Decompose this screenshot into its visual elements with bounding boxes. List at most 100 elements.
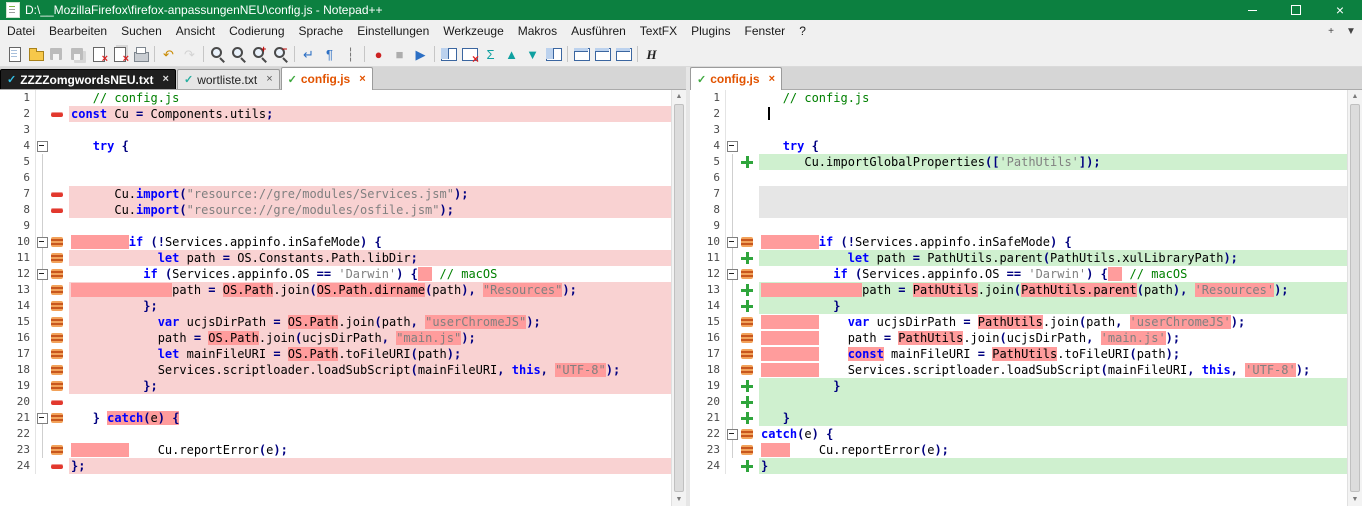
tab-close-icon[interactable]: ×: [769, 74, 775, 85]
code-line-7[interactable]: 7 Cu.import("resource://gre/modules/Serv…: [0, 186, 671, 202]
close-button[interactable]: [1318, 0, 1362, 20]
left-scrollbar-thumb[interactable]: [674, 104, 684, 492]
menu-item-sprache[interactable]: Sprache: [292, 20, 351, 42]
document-map-icon[interactable]: [593, 45, 612, 63]
menu-item-ansicht[interactable]: Ansicht: [169, 20, 222, 42]
menu-item-textfx[interactable]: TextFX: [633, 20, 684, 42]
toolbar-customize-plus-icon[interactable]: +: [1322, 22, 1340, 40]
tab-close-icon[interactable]: ×: [266, 74, 272, 85]
fold-margin[interactable]: [726, 266, 739, 282]
left-editor[interactable]: 1 // config.js2const Cu = Components.uti…: [0, 90, 671, 506]
code-line-18[interactable]: 18 Services.scriptloader.loadSubScript(m…: [0, 362, 671, 378]
toolbar-overflow-chevron-icon[interactable]: ▼: [1342, 22, 1360, 40]
right-vertical-scrollbar[interactable]: ▲ ▼: [1347, 90, 1362, 506]
code-line-24[interactable]: 24}: [690, 458, 1347, 474]
fold-margin[interactable]: [36, 410, 49, 426]
replace-icon[interactable]: [229, 45, 248, 63]
code-line-3[interactable]: 3: [0, 122, 671, 138]
zoom-in-icon[interactable]: +: [250, 45, 269, 63]
tab-right-config-js[interactable]: ✓config.js×: [690, 67, 782, 90]
code-line-17[interactable]: 17 let mainFileURI = OS.Path.toFileURI(p…: [0, 346, 671, 362]
code-line-2[interactable]: 2const Cu = Components.utils;: [0, 106, 671, 122]
code-line-9[interactable]: 9: [690, 218, 1347, 234]
code-line-1[interactable]: 1 // config.js: [0, 90, 671, 106]
fold-margin[interactable]: [36, 138, 49, 154]
menu-item-werkzeuge[interactable]: Werkzeuge: [436, 20, 510, 42]
code-line-14[interactable]: 14 }: [690, 298, 1347, 314]
fold-collapse-icon[interactable]: [727, 237, 738, 248]
code-line-5[interactable]: 5: [0, 154, 671, 170]
function-list-icon[interactable]: [572, 45, 591, 63]
code-line-6[interactable]: 6: [0, 170, 671, 186]
menu-item-codierung[interactable]: Codierung: [222, 20, 291, 42]
code-line-22[interactable]: 22catch(e) {: [690, 426, 1347, 442]
code-line-16[interactable]: 16 path = PathUtils.join(ucjsDirPath, 'm…: [690, 330, 1347, 346]
code-line-21[interactable]: 21 } catch(e) {: [0, 410, 671, 426]
menu-item-fenster[interactable]: Fenster: [738, 20, 793, 42]
next-diff-icon[interactable]: ▼: [523, 45, 542, 63]
code-line-2[interactable]: 2: [690, 106, 1347, 122]
code-line-13[interactable]: 13 path = OS.Path.join(OS.Path.dirname(p…: [0, 282, 671, 298]
show-all-characters-icon[interactable]: ¶: [320, 45, 339, 63]
fold-margin[interactable]: [726, 138, 739, 154]
fold-collapse-icon[interactable]: [727, 429, 738, 440]
compare-icon[interactable]: [439, 45, 458, 63]
tab-left-config-js[interactable]: ✓config.js×: [281, 67, 373, 90]
new-file-icon[interactable]: [5, 45, 24, 63]
tab-left-zzzzomgwordsneu-txt[interactable]: ✓ZZZZomgwordsNEU.txt×: [0, 69, 176, 89]
menu-item-plugins[interactable]: Plugins: [684, 20, 737, 42]
menu-item-datei[interactable]: Datei: [0, 20, 42, 42]
close-icon[interactable]: [89, 45, 108, 63]
code-line-5[interactable]: 5 Cu.importGlobalProperties(['PathUtils'…: [690, 154, 1347, 170]
code-line-12[interactable]: 12 if (Services.appinfo.OS == 'Darwin') …: [0, 266, 671, 282]
fold-collapse-icon[interactable]: [37, 413, 48, 424]
play-macro-icon[interactable]: ▶: [411, 45, 430, 63]
textfx-icon[interactable]: H: [642, 45, 661, 63]
code-line-9[interactable]: 9: [0, 218, 671, 234]
code-line-15[interactable]: 15 var ucjsDirPath = PathUtils.join(path…: [690, 314, 1347, 330]
zoom-out-icon[interactable]: −: [271, 45, 290, 63]
code-line-4[interactable]: 4 try {: [690, 138, 1347, 154]
code-line-22[interactable]: 22: [0, 426, 671, 442]
scroll-down-icon[interactable]: ▼: [672, 493, 686, 506]
code-line-8[interactable]: 8 Cu.import("resource://gre/modules/osfi…: [0, 202, 671, 218]
print-icon[interactable]: [131, 45, 150, 63]
tab-left-wortliste-txt[interactable]: ✓wortliste.txt×: [177, 69, 280, 89]
prev-diff-icon[interactable]: ▲: [502, 45, 521, 63]
code-line-20[interactable]: 20: [0, 394, 671, 410]
scroll-up-icon[interactable]: ▲: [1348, 90, 1362, 103]
code-line-18[interactable]: 18 Services.scriptloader.loadSubScript(m…: [690, 362, 1347, 378]
tab-close-icon[interactable]: ×: [359, 74, 365, 85]
fold-collapse-icon[interactable]: [37, 237, 48, 248]
code-line-1[interactable]: 1 // config.js: [690, 90, 1347, 106]
fold-margin[interactable]: [36, 266, 49, 282]
compare-nav-icon[interactable]: [544, 45, 563, 63]
fold-collapse-icon[interactable]: [727, 141, 738, 152]
indent-guide-icon[interactable]: ┆: [341, 45, 360, 63]
fold-collapse-icon[interactable]: [37, 141, 48, 152]
fold-collapse-icon[interactable]: [37, 269, 48, 280]
minimize-button[interactable]: [1230, 0, 1274, 20]
fold-collapse-icon[interactable]: [727, 269, 738, 280]
code-line-10[interactable]: 10 if (!Services.appinfo.inSafeMode) {: [690, 234, 1347, 250]
menu-item-makros[interactable]: Makros: [511, 20, 564, 42]
scroll-up-icon[interactable]: ▲: [672, 90, 686, 103]
code-line-8[interactable]: 8: [690, 202, 1347, 218]
fold-margin[interactable]: [36, 234, 49, 250]
menu-item-einstellungen[interactable]: Einstellungen: [350, 20, 436, 42]
code-line-13[interactable]: 13 path = PathUtils.join(PathUtils.paren…: [690, 282, 1347, 298]
right-scrollbar-thumb[interactable]: [1350, 104, 1360, 492]
code-line-3[interactable]: 3: [690, 122, 1347, 138]
tab-close-icon[interactable]: ×: [163, 74, 169, 85]
menu-item-suchen[interactable]: Suchen: [114, 20, 169, 42]
code-line-20[interactable]: 20: [690, 394, 1347, 410]
find-icon[interactable]: [208, 45, 227, 63]
code-line-11[interactable]: 11 let path = PathUtils.parent(PathUtils…: [690, 250, 1347, 266]
code-line-16[interactable]: 16 path = OS.Path.join(ucjsDirPath, "mai…: [0, 330, 671, 346]
undo-icon[interactable]: ↶: [159, 45, 178, 63]
menu-item-ausf-hren[interactable]: Ausführen: [564, 20, 633, 42]
fold-margin[interactable]: [726, 234, 739, 250]
menu-item-bearbeiten[interactable]: Bearbeiten: [42, 20, 114, 42]
code-line-4[interactable]: 4 try {: [0, 138, 671, 154]
code-line-6[interactable]: 6: [690, 170, 1347, 186]
